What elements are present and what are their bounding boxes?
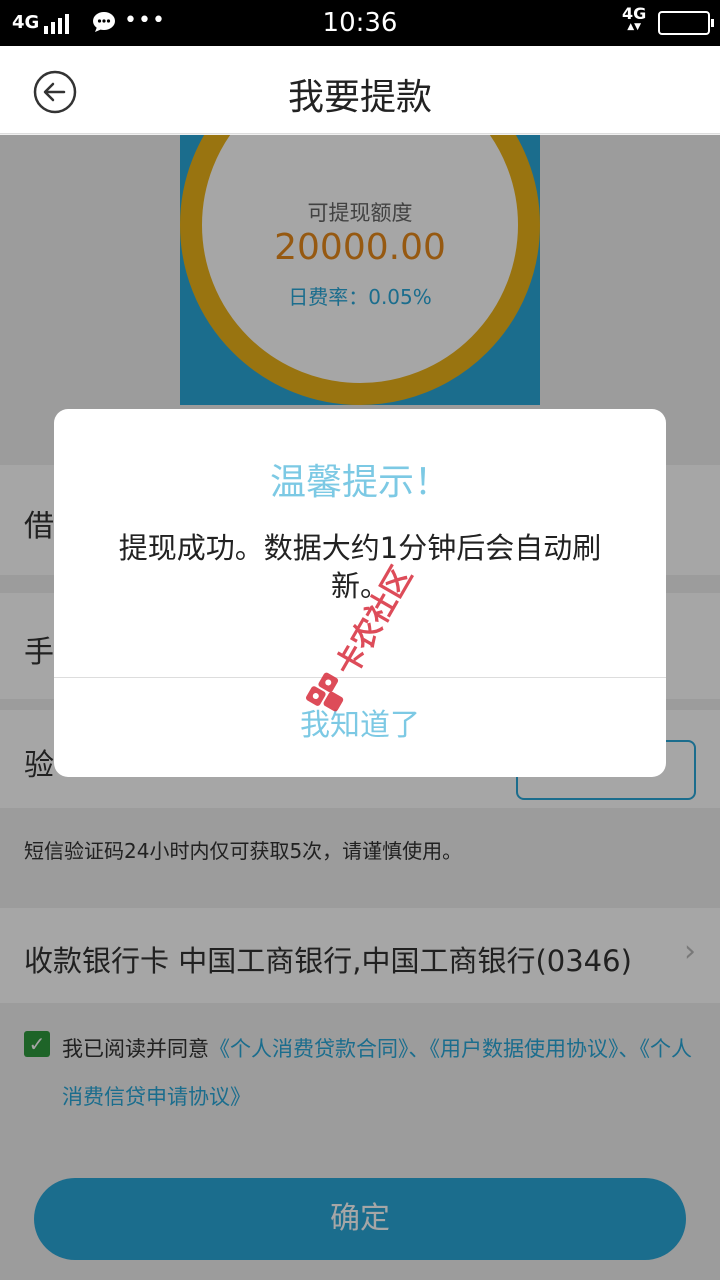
page-title: 我要提款	[287, 77, 432, 118]
tip-dialog: 温馨提示！ 提现成功。数据大约1分钟后会自动刷新。 我知道了	[54, 409, 666, 777]
clock: 10:36	[322, 8, 398, 38]
dialog-message: 提现成功。数据大约1分钟后会自动刷新。	[118, 531, 602, 603]
dialog-ok-button[interactable]: 我知道了	[54, 678, 666, 777]
dialog-title: 温馨提示！	[269, 462, 450, 503]
mobile-data-indicator: 4G ▲▼	[622, 4, 647, 33]
app-header: 我要提款	[0, 46, 720, 134]
data-activity-icon: ▲▼	[627, 22, 642, 32]
mobile-data-type: 4G	[622, 4, 647, 23]
battery-icon	[658, 11, 714, 35]
status-bar: 4G ••• 10:36 4G ▲▼	[0, 0, 720, 46]
